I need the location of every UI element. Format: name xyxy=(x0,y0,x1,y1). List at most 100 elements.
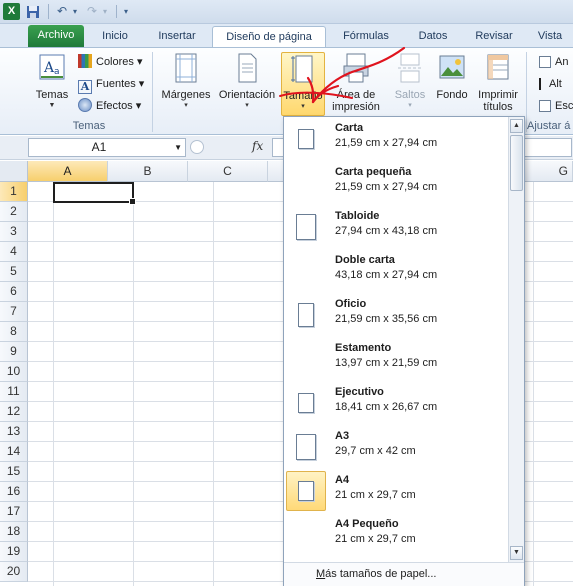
column-header-a[interactable]: A xyxy=(28,161,108,182)
page-size-name: Carta pequeña xyxy=(335,166,412,178)
undo-icon[interactable]: ↶ xyxy=(54,3,70,20)
temas-group-label: Temas xyxy=(72,120,106,132)
temas-button[interactable]: Aa Temas ▼ xyxy=(33,52,71,116)
margenes-button[interactable]: Márgenes ▾ xyxy=(158,52,214,116)
tamano-button[interactable]: Tamaño ▾ xyxy=(281,52,325,116)
page-size-option[interactable]: Carta pequeña 21,59 cm x 27,94 cm xyxy=(284,161,508,205)
effects-icon xyxy=(78,98,92,112)
page-size-option[interactable]: Ejecutivo 18,41 cm x 26,67 cm xyxy=(284,381,508,425)
page-size-dimensions: 21,59 cm x 27,94 cm xyxy=(335,181,438,193)
column-header-c[interactable]: C xyxy=(188,161,268,182)
margins-icon xyxy=(175,53,197,83)
row-header[interactable]: 14 xyxy=(0,442,28,462)
excel-logo-icon[interactable]: X xyxy=(3,3,20,20)
width-icon xyxy=(539,56,551,68)
row-header[interactable]: 17 xyxy=(0,502,28,522)
page-size-name: Ejecutivo xyxy=(335,386,384,398)
page-size-dimensions: 21,59 cm x 35,56 cm xyxy=(335,313,438,325)
name-box[interactable]: A1 ▼ xyxy=(28,138,186,157)
formula-bar-expand-icon[interactable] xyxy=(190,140,204,154)
page-size-name: Oficio xyxy=(335,298,367,310)
fondo-button[interactable]: Fondo xyxy=(432,52,472,116)
undo-dropdown-icon[interactable]: ▾ xyxy=(70,3,80,20)
page-size-dimensions: 13,97 cm x 21,59 cm xyxy=(335,357,438,369)
row-header[interactable]: 1 xyxy=(0,182,28,202)
tab-vista[interactable]: Vista xyxy=(530,26,570,48)
row-header[interactable]: 5 xyxy=(0,262,28,282)
page-size-option[interactable]: A4 Pequeño 21 cm x 29,7 cm xyxy=(284,513,508,557)
active-cell-a1[interactable] xyxy=(53,182,136,205)
page-size-name: Tabloide xyxy=(335,210,380,222)
scroll-down-icon[interactable]: ▼ xyxy=(510,546,523,560)
row-header[interactable]: 11 xyxy=(0,382,28,402)
alto-button[interactable]: Alt xyxy=(539,75,562,93)
ancho-button[interactable]: An xyxy=(539,53,568,71)
save-icon[interactable] xyxy=(24,3,42,20)
tab-revisar[interactable]: Revisar xyxy=(466,26,522,48)
breaks-icon xyxy=(398,53,422,83)
name-box-dropdown-icon[interactable]: ▼ xyxy=(174,139,182,156)
row-header[interactable]: 15 xyxy=(0,462,28,482)
fuentes-button[interactable]: A Fuentes ▾ xyxy=(78,75,144,94)
row-header[interactable]: 12 xyxy=(0,402,28,422)
tab-insertar[interactable]: Insertar xyxy=(146,26,208,48)
paper-icon xyxy=(298,393,314,413)
page-size-option[interactable]: A3 29,7 cm x 42 cm xyxy=(284,425,508,469)
row-header[interactable]: 20 xyxy=(0,562,28,582)
paper-icon xyxy=(296,434,316,460)
row-header[interactable]: 19 xyxy=(0,542,28,562)
ajustar-group-label: Ajustar á xyxy=(527,120,571,132)
column-header-g[interactable]: G xyxy=(525,161,573,182)
dropdown-scrollbar[interactable]: ▲ ▼ xyxy=(508,117,524,562)
insert-function-icon[interactable]: fx xyxy=(252,139,263,153)
page-size-name: A4 Pequeño xyxy=(335,518,399,530)
colores-button[interactable]: Colores ▾ xyxy=(78,53,142,71)
page-size-option[interactable]: Estamento 13,97 cm x 21,59 cm xyxy=(284,337,508,381)
efectos-button[interactable]: Efectos ▾ xyxy=(78,97,141,115)
row-header[interactable]: 13 xyxy=(0,422,28,442)
page-size-dimensions: 21 cm x 29,7 cm xyxy=(335,489,416,501)
page-size-option[interactable]: A4 21 cm x 29,7 cm xyxy=(284,469,508,513)
page-size-dimensions: 18,41 cm x 26,67 cm xyxy=(335,401,438,413)
row-header[interactable]: 3 xyxy=(0,222,28,242)
column-header-b[interactable]: B xyxy=(108,161,188,182)
scroll-thumb[interactable] xyxy=(510,135,523,191)
row-header[interactable]: 9 xyxy=(0,342,28,362)
row-header[interactable]: 4 xyxy=(0,242,28,262)
page-size-dimensions: 21,59 cm x 27,94 cm xyxy=(335,137,438,149)
row-header[interactable]: 8 xyxy=(0,322,28,342)
redo-dropdown-icon[interactable]: ▾ xyxy=(100,3,110,20)
redo-icon[interactable]: ↷ xyxy=(84,3,100,20)
page-size-option[interactable]: Oficio 21,59 cm x 35,56 cm xyxy=(284,293,508,337)
area-de-impresion-button[interactable]: Área de impresión xyxy=(326,52,386,116)
paper-icon xyxy=(296,214,316,240)
tab-datos[interactable]: Datos xyxy=(408,26,458,48)
page-size-option[interactable]: Doble carta 43,18 cm x 27,94 cm xyxy=(284,249,508,293)
select-all-corner[interactable] xyxy=(0,161,28,182)
tab-inicio[interactable]: Inicio xyxy=(90,26,140,48)
row-header[interactable]: 2 xyxy=(0,202,28,222)
row-header[interactable]: 16 xyxy=(0,482,28,502)
paper-icon xyxy=(298,129,314,149)
paper-icon xyxy=(298,303,314,327)
escala-button[interactable]: Esc xyxy=(539,97,573,115)
scroll-up-icon[interactable]: ▲ xyxy=(510,119,523,133)
row-header[interactable]: 10 xyxy=(0,362,28,382)
page-size-option[interactable]: Carta 21,59 cm x 27,94 cm xyxy=(284,117,508,161)
imprimir-titulos-button[interactable]: Imprimir títulos xyxy=(474,52,522,116)
saltos-button[interactable]: Saltos ▾ xyxy=(390,52,430,116)
tab-formulas[interactable]: Fórmulas xyxy=(334,26,398,48)
page-size-list: Carta 21,59 cm x 27,94 cm Carta pequeña 21,… xyxy=(284,117,508,562)
more-paper-sizes-link[interactable]: Más tamaños de papel... xyxy=(284,562,524,586)
print-titles-icon xyxy=(487,54,509,80)
page-size-name: A4 xyxy=(335,474,350,486)
page-size-option[interactable]: Tabloide 27,94 cm x 43,18 cm xyxy=(284,205,508,249)
customize-toolbar-icon[interactable]: ▾ xyxy=(120,3,132,20)
page-size-dimensions: 21 cm x 29,7 cm xyxy=(335,533,416,545)
row-header[interactable]: 7 xyxy=(0,302,28,322)
row-header[interactable]: 18 xyxy=(0,522,28,542)
tab-archivo[interactable]: Archivo xyxy=(28,25,84,47)
row-header[interactable]: 6 xyxy=(0,282,28,302)
orientacion-button[interactable]: Orientación ▾ xyxy=(216,52,278,116)
tab-diseno-de-pagina[interactable]: Diseño de página xyxy=(212,26,326,48)
